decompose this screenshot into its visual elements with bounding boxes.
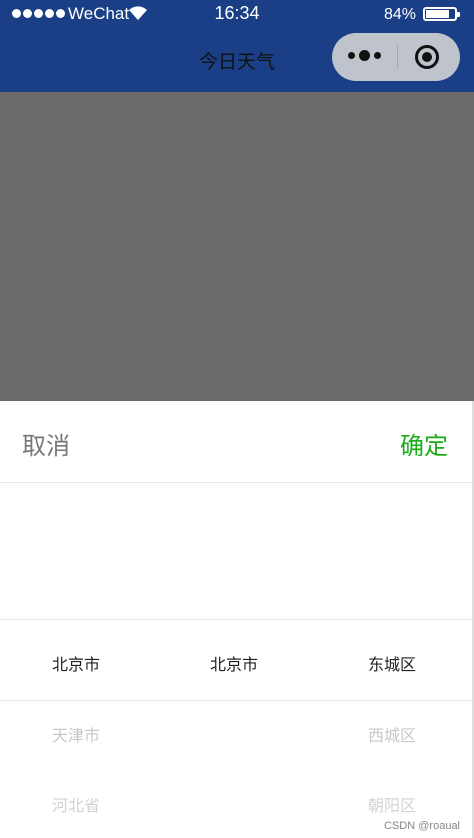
- mini-program-capsule: [332, 33, 460, 81]
- confirm-button[interactable]: 确定: [400, 426, 448, 461]
- picker-item[interactable]: 天津市: [52, 722, 100, 746]
- region-picker: 取消 确定 北京市 天津市 河北省 北京市 东城区 西城区 朝阳区 CSDN @…: [0, 401, 474, 838]
- status-bar: WeChat 16:34 84%: [0, 0, 474, 30]
- picker-item[interactable]: 东城区: [368, 651, 416, 675]
- picker-body[interactable]: 北京市 天津市 河北省 北京市 东城区 西城区 朝阳区: [0, 483, 472, 838]
- cancel-button[interactable]: 取消: [22, 426, 70, 461]
- picker-item[interactable]: 河北省: [52, 792, 100, 816]
- watermark-text: CSDN @roaual: [384, 820, 460, 832]
- close-mini-program-icon[interactable]: [415, 45, 439, 69]
- more-options-icon[interactable]: [348, 50, 381, 61]
- battery-percent: 84%: [384, 6, 417, 23]
- battery-icon: [423, 7, 460, 21]
- picker-item[interactable]: 北京市: [52, 651, 100, 675]
- picker-item[interactable]: 西城区: [368, 722, 416, 746]
- picker-item[interactable]: 朝阳区: [368, 792, 416, 816]
- picker-item[interactable]: 北京市: [210, 651, 258, 675]
- picker-mask-overlay[interactable]: [0, 92, 474, 401]
- nav-bar: 今日天气: [0, 30, 474, 92]
- picker-header: 取消 确定: [0, 401, 472, 483]
- capsule-divider: [397, 45, 398, 69]
